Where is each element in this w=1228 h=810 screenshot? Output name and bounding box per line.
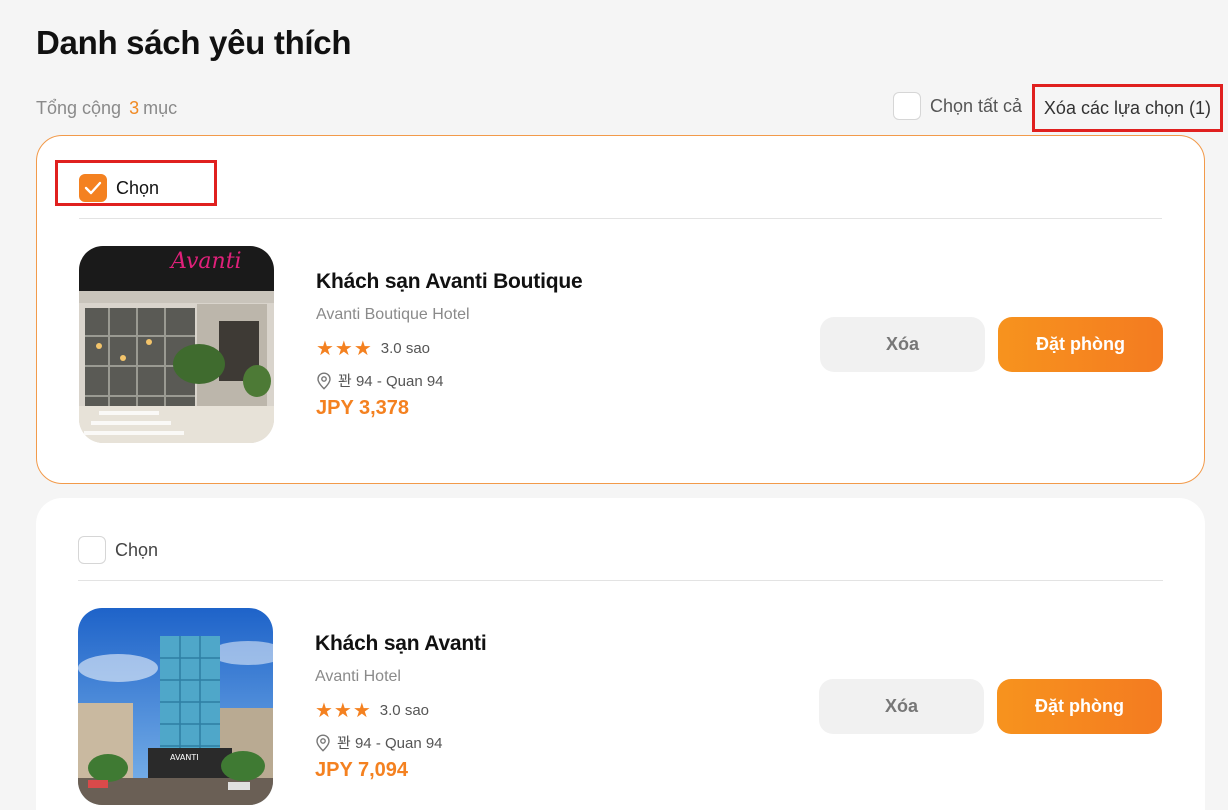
hotel-english-name: Avanti Hotel [315, 668, 401, 685]
location-text: 꽌 94 - Quan 94 [338, 373, 444, 390]
wishlist-card: Chọn AVANTI Khách sạn Avanti Avanti Hote… [36, 498, 1205, 810]
delete-button[interactable]: Xóa [819, 679, 984, 734]
hotel-name[interactable]: Khách sạn Avanti Boutique [316, 270, 583, 294]
rating-text: 3.0 sao [380, 340, 431, 357]
item-count-summary: Tổng cộng 3 mục [36, 98, 177, 119]
star-icon: ★★★ [315, 700, 372, 722]
select-all-checkbox[interactable] [893, 92, 921, 120]
hotel-rating: ★★★ 3.0 sao [315, 698, 486, 723]
checkmark-icon [84, 181, 102, 195]
hotel-english-name: Avanti Boutique Hotel [316, 306, 470, 323]
wishlist-page: Danh sách yêu thích Tổng cộng 3 mục Chọn t… [0, 0, 1228, 810]
wishlist-card: Chọn Avanti Khách sạn Avanti Boutique Av… [36, 135, 1205, 484]
item-select-toggle[interactable]: Chọn [78, 536, 158, 564]
hotel-info: Khách sạn Avanti Avanti Hotel ★★★ 3.0 sa… [315, 632, 487, 782]
location-text: 꽌 94 - Quan 94 [337, 735, 443, 752]
delete-button[interactable]: Xóa [820, 317, 985, 372]
svg-text:AVANTI: AVANTI [170, 753, 199, 762]
location-pin-icon [316, 733, 330, 752]
item-checkbox[interactable] [79, 174, 107, 202]
book-room-button[interactable]: Đặt phòng [998, 317, 1163, 372]
hotel-price: JPY 7,094 [315, 759, 409, 781]
hotel-location: 꽌 94 - Quan 94 [315, 732, 486, 753]
select-all-toggle[interactable]: Chọn tất cả [893, 92, 1022, 120]
hotel-price: JPY 3,378 [316, 397, 410, 419]
hotel-image[interactable]: AVANTI [78, 608, 273, 805]
summary-count: 3 [129, 98, 140, 118]
item-select-label: Chọn [116, 177, 160, 198]
summary-prefix: Tổng cộng [36, 98, 122, 118]
select-all-label: Chọn tất cả [930, 95, 1023, 116]
hotel-tower-photo-icon: AVANTI [78, 608, 273, 805]
hotel-location: 꽌 94 - Quan 94 [316, 370, 582, 391]
item-checkbox[interactable] [78, 536, 106, 564]
card-divider [78, 580, 1163, 581]
summary-suffix: mục [143, 98, 178, 118]
hotel-name[interactable]: Khách sạn Avanti [315, 632, 487, 656]
book-room-button[interactable]: Đặt phòng [997, 679, 1162, 734]
card-divider [79, 218, 1162, 219]
item-select-toggle[interactable]: Chọn [79, 174, 159, 202]
rating-text: 3.0 sao [379, 702, 430, 719]
location-pin-icon [317, 371, 331, 390]
hotel-rating: ★★★ 3.0 sao [316, 336, 582, 361]
clear-selected-button[interactable]: Xóa các lựa chọn (1) [1032, 84, 1223, 132]
page-title: Danh sách yêu thích [36, 24, 352, 61]
svg-text:Avanti: Avanti [169, 249, 242, 274]
item-select-label: Chọn [115, 539, 159, 560]
hotel-image[interactable]: Avanti [79, 246, 274, 443]
hotel-info: Khách sạn Avanti Boutique Avanti Boutiqu… [316, 270, 583, 420]
star-icon: ★★★ [316, 338, 373, 360]
hotel-lobby-photo-icon: Avanti [79, 246, 274, 443]
